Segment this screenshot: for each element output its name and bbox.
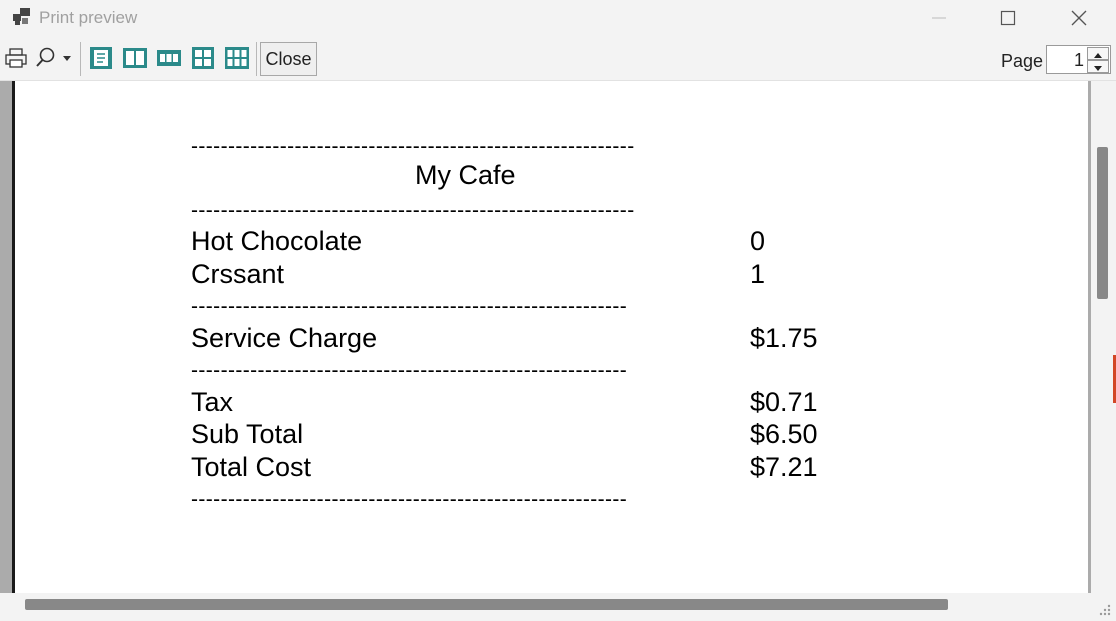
subtotal-label: Sub Total xyxy=(191,419,304,449)
receipt-title: My Cafe xyxy=(415,160,516,190)
four-pages-icon[interactable] xyxy=(191,44,215,72)
item-value: 1 xyxy=(750,259,766,289)
separator-line: ----------------------------------------… xyxy=(191,295,628,318)
total-cost-label: Total Cost xyxy=(191,452,312,482)
window-title: Print preview xyxy=(39,8,138,27)
separator-line: ----------------------------------------… xyxy=(191,359,628,382)
preview-area: ----------------------------------------… xyxy=(0,81,1116,593)
magnifier-icon[interactable] xyxy=(34,44,76,72)
vertical-scroll-thumb[interactable] xyxy=(1097,147,1108,299)
minimize-button[interactable] xyxy=(916,0,962,36)
toolbar: Close Page xyxy=(0,36,1116,81)
tax-value: $0.71 xyxy=(750,387,818,417)
page-label: Page xyxy=(1001,51,1044,71)
close-button[interactable]: Close xyxy=(260,42,317,76)
printer-icon[interactable] xyxy=(4,44,28,72)
toolbar-separator xyxy=(256,42,257,76)
one-page-icon[interactable] xyxy=(89,44,113,72)
service-charge-label: Service Charge xyxy=(191,323,378,353)
total-cost-value: $7.21 xyxy=(750,452,818,482)
item-value: 0 xyxy=(750,226,766,256)
title-bar: Print preview xyxy=(0,0,1116,36)
subtotal-value: $6.50 xyxy=(750,419,818,449)
service-charge-value: $1.75 xyxy=(750,323,818,353)
print-page: ----------------------------------------… xyxy=(15,81,1088,593)
chevron-down-icon xyxy=(1094,66,1102,71)
horizontal-scroll-thumb[interactable] xyxy=(25,599,948,610)
page-number-value[interactable]: 1 xyxy=(1074,50,1084,71)
tax-label: Tax xyxy=(191,387,234,417)
app-icon xyxy=(13,8,30,25)
maximize-button[interactable] xyxy=(985,0,1031,36)
close-window-button[interactable] xyxy=(1056,0,1102,36)
separator-line: ----------------------------------------… xyxy=(191,488,628,511)
page-down-button[interactable] xyxy=(1087,60,1109,73)
separator-line: ----------------------------------------… xyxy=(191,135,635,158)
page-up-button[interactable] xyxy=(1087,47,1109,60)
close-icon xyxy=(1071,10,1087,26)
toolbar-separator xyxy=(80,42,81,76)
resize-grip-icon[interactable] xyxy=(1098,603,1112,617)
two-pages-icon[interactable] xyxy=(123,44,147,72)
item-name: Crssant xyxy=(191,259,285,289)
minimize-icon xyxy=(932,17,946,19)
three-pages-icon[interactable] xyxy=(157,44,181,72)
separator-line: ----------------------------------------… xyxy=(191,199,635,222)
maximize-icon xyxy=(1000,10,1016,26)
six-pages-icon[interactable] xyxy=(225,44,249,72)
page-number-stepper[interactable]: 1 xyxy=(1046,45,1111,74)
item-name: Hot Chocolate xyxy=(191,226,363,256)
